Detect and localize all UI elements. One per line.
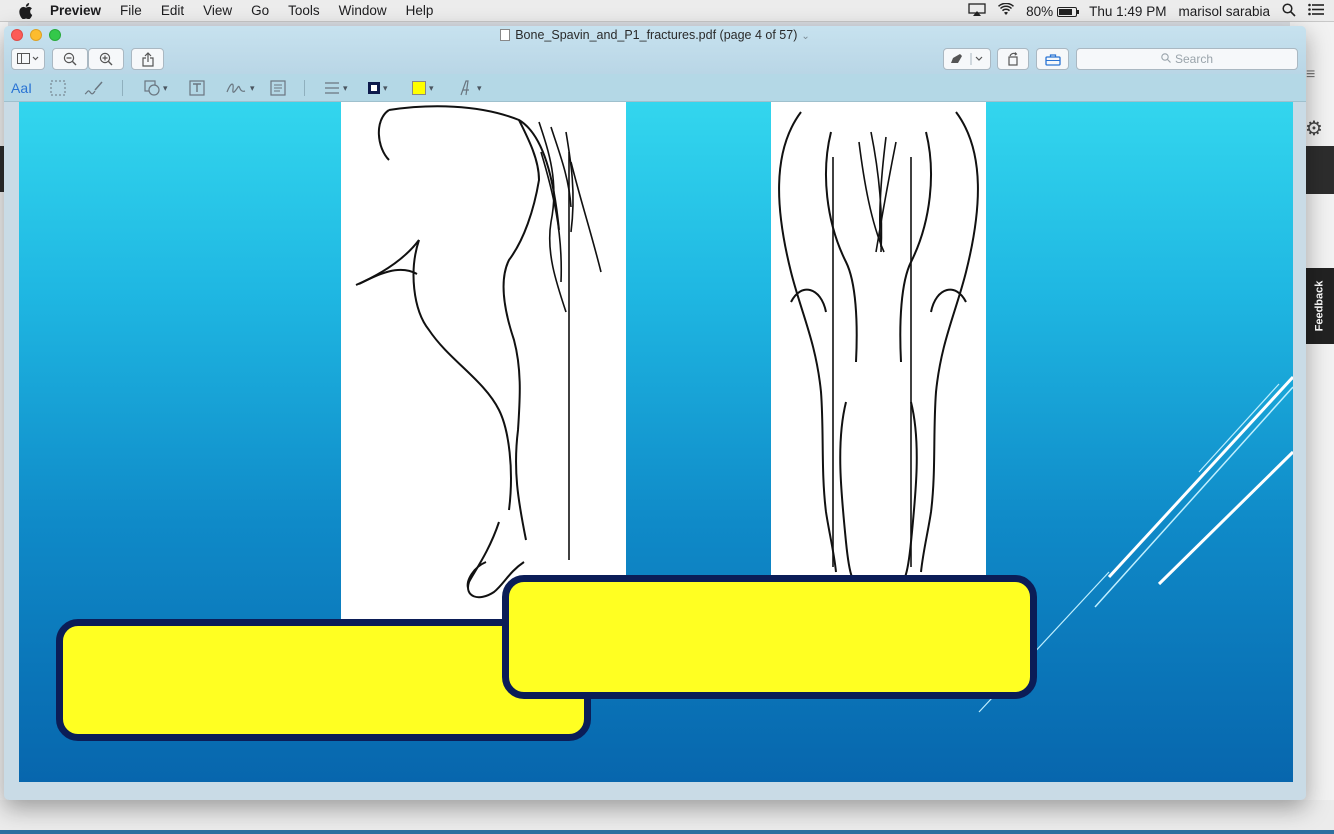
chevron-down-icon: ▾ <box>250 82 255 93</box>
document-title: Bone_Spavin_and_P1_fractures.pdf (page 4… <box>515 28 798 42</box>
chevron-down-icon: ▾ <box>429 82 434 93</box>
fill-color-tool[interactable]: ▾ <box>412 78 434 98</box>
menu-view[interactable]: View <box>203 3 232 18</box>
battery-icon <box>1057 6 1080 17</box>
sketch-tool-icon[interactable] <box>84 78 104 98</box>
search-field[interactable]: Search <box>1076 48 1298 70</box>
pen-tip-icon <box>951 53 983 65</box>
chevron-down-icon: ▾ <box>163 82 168 93</box>
zoom-in-icon <box>99 52 113 66</box>
border-color-swatch <box>368 82 380 94</box>
window-title: Bone_Spavin_and_P1_fractures.pdf (page 4… <box>4 28 1306 42</box>
wifi-icon[interactable] <box>998 2 1015 19</box>
menu-file[interactable]: File <box>120 3 142 18</box>
feedback-tab[interactable]: Feedback <box>1304 268 1334 344</box>
share-icon <box>141 51 154 67</box>
menu-tools[interactable]: Tools <box>288 3 320 18</box>
chevron-down-icon: ▾ <box>383 82 388 93</box>
menu-window[interactable]: Window <box>339 3 387 18</box>
airplay-icon[interactable] <box>968 2 986 20</box>
sidebar-toggle-button[interactable] <box>11 48 45 70</box>
rotate-icon <box>1008 52 1018 66</box>
toolbar-separator <box>304 80 305 96</box>
menu-go[interactable]: Go <box>251 3 269 18</box>
pdf-page-slide <box>19 102 1293 782</box>
shapes-tool-icon[interactable]: ▾ <box>144 78 168 98</box>
zoom-out-button[interactable] <box>52 48 88 70</box>
text-box-tool-icon[interactable] <box>189 78 205 98</box>
chevron-down-icon: ▾ <box>343 82 348 93</box>
zoom-out-icon <box>63 52 77 66</box>
apple-menu-icon[interactable] <box>18 2 34 19</box>
user-name[interactable]: marisol sarabia <box>1178 4 1270 19</box>
signature-tool-icon[interactable]: ▾ <box>225 78 255 98</box>
battery-percent: 80% <box>1026 3 1054 19</box>
notification-center-icon[interactable] <box>1308 3 1324 19</box>
note-tool-icon[interactable] <box>270 78 286 98</box>
battery-status[interactable]: 80% <box>1026 3 1080 19</box>
status-area: 80% Thu 1:49 PM marisol sarabia <box>968 0 1324 22</box>
clock[interactable]: Thu 1:49 PM <box>1089 4 1166 19</box>
hamburger-menu-icon[interactable]: ≡ <box>1306 66 1315 84</box>
border-color-tool[interactable]: ▾ <box>368 78 388 98</box>
line-style-tool-icon[interactable]: ▾ <box>324 78 348 98</box>
hind-legs-rear-view-image <box>771 102 986 578</box>
spotlight-icon[interactable] <box>1282 2 1296 20</box>
menu-app-name[interactable]: Preview <box>50 3 101 18</box>
markup-toolbar: AaI ▾ ▾ ▾ ▾ ▾ ▾ <box>4 74 1306 102</box>
title-bar: Bone_Spavin_and_P1_fractures.pdf (page 4… <box>4 26 1306 74</box>
markup-toggle-button[interactable] <box>943 48 991 70</box>
search-icon <box>1161 52 1171 66</box>
toolbox-icon <box>1044 53 1061 66</box>
hind-leg-side-view-image <box>341 102 626 622</box>
background-app-bottom <box>0 800 1334 834</box>
text-style-tool-icon[interactable]: ▾ <box>458 78 482 98</box>
zoom-in-button[interactable] <box>88 48 124 70</box>
text-selection-tool[interactable]: AaI <box>11 78 32 98</box>
yellow-rounded-box-right[interactable] <box>502 575 1037 699</box>
menu-bar: Preview File Edit View Go Tools Window H… <box>0 0 1334 22</box>
background-app-bottom-bar <box>0 830 1334 834</box>
rectangular-selection-tool-icon[interactable] <box>50 78 66 98</box>
rotate-button[interactable] <box>997 48 1029 70</box>
fill-color-swatch <box>412 81 426 95</box>
toolbar-separator <box>122 80 123 96</box>
menu-help[interactable]: Help <box>406 3 434 18</box>
gear-icon[interactable]: ⚙ <box>1303 118 1325 140</box>
search-placeholder: Search <box>1174 52 1214 66</box>
chevron-down-icon: ▾ <box>477 82 482 93</box>
share-button[interactable] <box>131 48 164 70</box>
title-chevron-icon[interactable]: ⌄ <box>801 31 809 42</box>
menu-edit[interactable]: Edit <box>161 3 184 18</box>
toolbox-button[interactable] <box>1036 48 1069 70</box>
pdf-document-icon <box>500 29 511 41</box>
